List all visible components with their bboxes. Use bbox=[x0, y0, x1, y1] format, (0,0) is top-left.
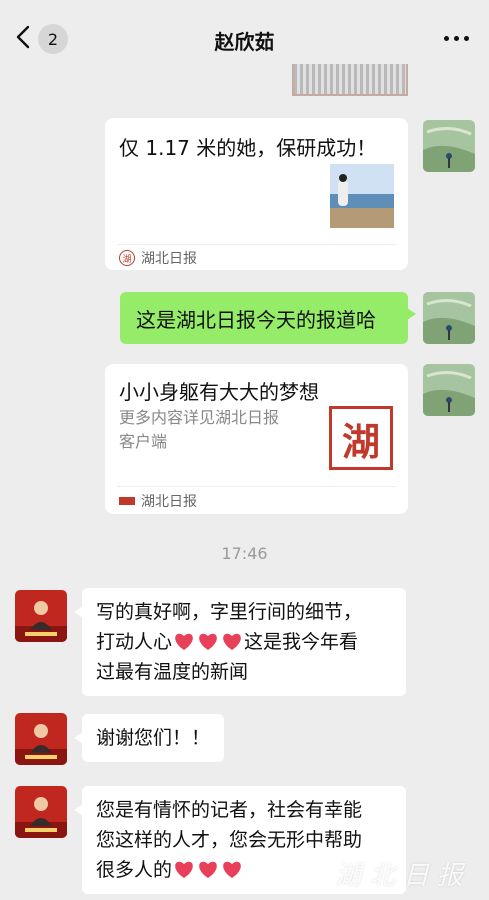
more-dots-icon[interactable] bbox=[444, 36, 469, 41]
article-source: 湖 湖北日报 bbox=[119, 248, 197, 268]
message-line: 写的真好啊，字里行间的细节， bbox=[96, 601, 363, 623]
article-thumbnail bbox=[330, 164, 394, 228]
hubei-daily-icon: 湖 bbox=[119, 250, 135, 266]
heart-emoji-icon bbox=[221, 631, 243, 651]
message-line: 过最有温度的新闻 bbox=[96, 661, 249, 683]
heart-emoji-icon bbox=[197, 631, 219, 651]
heart-emoji-icon bbox=[173, 631, 195, 651]
chat-header: 2 赵欣茹 bbox=[0, 0, 489, 74]
self-avatar[interactable] bbox=[423, 292, 475, 344]
message-timestamp: 17:46 bbox=[221, 544, 268, 563]
article-card[interactable]: 仅 1.17 米的她，保研成功！ 湖 湖北日报 bbox=[105, 118, 408, 270]
article-description: 更多内容详见湖北日报 客户端 bbox=[119, 408, 280, 451]
self-avatar[interactable] bbox=[423, 364, 475, 416]
message-line: 您这样的人才，您会无形中帮助 bbox=[96, 829, 363, 851]
article-title: 仅 1.17 米的她，保研成功！ bbox=[119, 136, 377, 160]
hubei-daily-logo: 湖 bbox=[329, 406, 393, 470]
heart-emoji-icon bbox=[221, 859, 243, 879]
message-line: 您是有情怀的记者，社会有幸能 bbox=[96, 799, 363, 821]
contact-avatar[interactable] bbox=[15, 590, 67, 642]
message-text: 这是湖北日报今天的报道哈 bbox=[136, 307, 376, 332]
source-label: 湖北日报 bbox=[141, 251, 197, 267]
previous-image-message[interactable] bbox=[292, 64, 408, 96]
heart-emoji-icon bbox=[197, 859, 219, 879]
message-line: 打动人心 这是我今年看 bbox=[96, 631, 359, 653]
heart-emoji-icon bbox=[173, 859, 195, 879]
article-source: 湖北日报 bbox=[119, 491, 197, 511]
received-message-bubble[interactable]: 谢谢您们！！ bbox=[73, 714, 225, 762]
message-text: 谢谢您们！！ bbox=[96, 727, 211, 749]
article-title: 小小身躯有大大的梦想 bbox=[119, 380, 319, 404]
self-avatar[interactable] bbox=[423, 120, 475, 172]
hubei-daily-icon bbox=[119, 497, 135, 505]
contact-avatar[interactable] bbox=[15, 786, 67, 838]
watermark: 湖北日报 bbox=[334, 861, 471, 891]
chat-title: 赵欣茹 bbox=[214, 30, 275, 54]
source-label: 湖北日报 bbox=[141, 494, 197, 510]
contact-avatar[interactable] bbox=[15, 713, 67, 765]
sent-message-bubble[interactable]: 这是湖北日报今天的报道哈 bbox=[120, 292, 416, 344]
received-message-bubble[interactable]: 写的真好啊，字里行间的细节， 打动人心 这是我今年看 过最有温度的新闻 bbox=[74, 588, 406, 696]
article-card[interactable]: 小小身躯有大大的梦想 更多内容详见湖北日报 客户端 湖 湖北日报 bbox=[105, 364, 408, 514]
